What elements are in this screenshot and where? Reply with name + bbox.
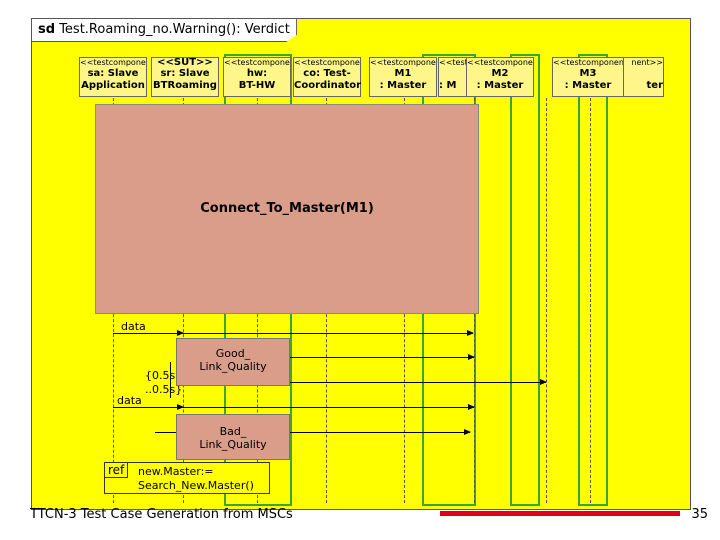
lifeline-column-m3 <box>578 54 608 506</box>
lifeline-name: M1 <box>394 68 412 79</box>
ref-search-new-master[interactable]: ref new.Master:= Search_New.Master() <box>104 462 270 494</box>
lifeline-name-line2: Application <box>81 80 145 91</box>
lifeline-name-line2: : Master <box>564 80 612 91</box>
message-arrow-data-top <box>113 330 184 336</box>
footer-title: TTCN-3 Test Case Generation from MSCs <box>30 507 293 522</box>
lifeline-name: co: Test- <box>303 68 351 79</box>
lifeline-head-sa: <<testcomponent>> sa: Slave Application <box>79 57 147 97</box>
lifeline-name: M2 <box>491 68 509 79</box>
ref-tag: ref <box>105 463 129 478</box>
lifeline-name-line2: BT-HW <box>238 80 276 91</box>
lifeline-head-m1: <<testcomponent>> M1 : Master <box>369 57 437 97</box>
lifeline-name: M3 <box>579 68 597 79</box>
frame-keyword: sd <box>38 22 56 37</box>
ref-operator-text: new.Master:= Search_New.Master() <box>138 465 254 493</box>
stereotype-label: <<testcomponent>> <box>224 58 290 67</box>
message-label-data-bottom: data <box>117 394 142 407</box>
lifeline-name-line2: : Master <box>379 80 427 91</box>
message-arrow-good <box>290 354 475 360</box>
lifeline-m3 <box>546 98 547 503</box>
ref-bad-link-quality[interactable]: Bad_ Link_Quality <box>176 414 290 460</box>
page-number: 35 <box>691 507 708 522</box>
lifeline-name: hw: <box>246 68 268 79</box>
ref-good-link-quality[interactable]: Good_ Link_Quality <box>176 338 290 386</box>
ref-operator-line1: new.Master:= <box>138 465 214 478</box>
message-arrow-row2 <box>183 330 474 336</box>
message-arrow-data-bottom <box>113 404 184 410</box>
lifeline-column-m2 <box>510 54 540 506</box>
stereotype-label: <<testcomponent>> <box>370 58 436 67</box>
ref-bad-line2: Link_Quality <box>199 438 267 451</box>
footer-accent-bar <box>440 511 680 516</box>
ref-operator-line2: Search_New.Master() <box>138 479 254 492</box>
lifeline-name-line2: : Master <box>476 80 524 91</box>
lifeline-head-sr: <<SUT>> sr: Slave BTRoaming <box>151 57 219 97</box>
timer-line1: {0.5s <box>145 369 176 382</box>
lifeline-name-line2: Coordinator <box>294 80 362 91</box>
message-label-data-top: data <box>121 320 146 333</box>
stereotype-label: <<testcomponent>> <box>294 58 360 67</box>
frame-title: Test.Roaming_no.Warning(): Verdict <box>59 22 290 37</box>
lifeline-name: sr: Slave <box>160 68 210 79</box>
lifeline-head-co: <<testcomponent>> co: Test- Coordinator <box>293 57 361 97</box>
lifeline-name-line2: BTRoaming <box>153 80 217 91</box>
ref-good-line2: Link_Quality <box>199 360 267 373</box>
message-arrow-row4 <box>183 404 475 410</box>
stereotype-label: <<testcomponent>> <box>467 58 533 67</box>
lifeline-extra <box>590 98 591 503</box>
lifeline-head-m2: <<testcomponent>> M2 : Master <box>466 57 534 97</box>
interaction-ref-connect[interactable]: Connect_To_Master(M1) <box>95 104 479 314</box>
lifeline-head-hw: <<testcomponent>> hw: BT-HW <box>223 57 291 97</box>
message-arrow-row5 <box>290 429 471 435</box>
ref-good-line1: Good_ <box>215 347 251 360</box>
stereotype-label: <<testcomponent>> <box>553 58 623 67</box>
interaction-ref-label: Connect_To_Master(M1) <box>200 201 374 216</box>
stereotype-label: <<testcomponent>> <box>80 58 146 67</box>
lifeline-name: sa: Slave <box>87 68 139 79</box>
ref-bad-line1: Bad_ <box>219 425 247 438</box>
message-arrow-row3 <box>290 379 547 385</box>
frame-title-tab: sd Test.Roaming_no.Warning(): Verdict <box>31 18 297 42</box>
lifeline-head-m3: <<testcomponent>> M3 : Master <box>552 57 624 97</box>
stereotype-label: <<SUT>> <box>157 58 213 68</box>
